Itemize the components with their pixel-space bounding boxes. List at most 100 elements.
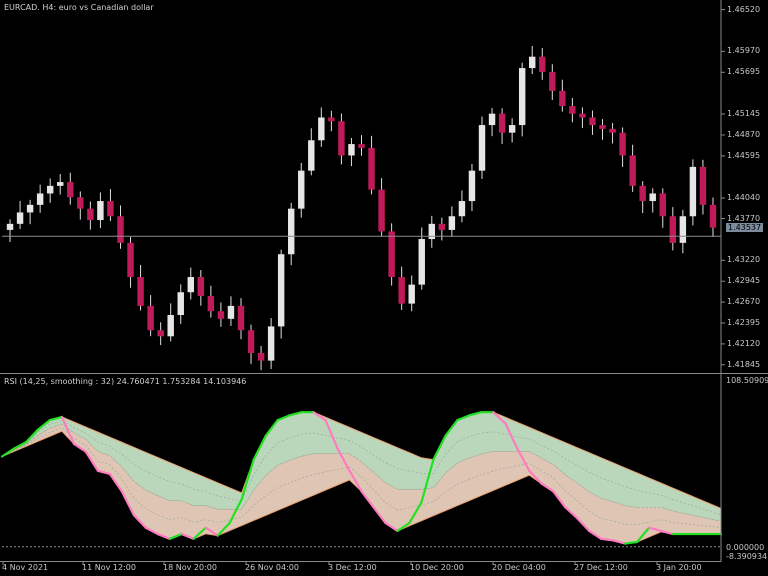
candle-body: [639, 185, 646, 202]
candle-body: [599, 125, 606, 129]
price-axis-label: 1.46520: [727, 4, 761, 14]
candle: [579, 107, 586, 128]
candle-body: [257, 353, 265, 361]
candle: [308, 128, 315, 176]
candle-body: [217, 311, 225, 319]
candle-body: [448, 216, 456, 230]
candle: [539, 47, 546, 80]
price-axis-label: 1.43220: [727, 255, 761, 265]
price-axis-label: 1.43770: [727, 213, 761, 223]
candle-body: [338, 121, 345, 156]
price-axis-label: 1.44040: [727, 193, 761, 203]
price-chart[interactable]: [2, 45, 721, 371]
candle: [699, 159, 707, 215]
candle-body: [539, 56, 546, 72]
candle-body: [187, 277, 194, 293]
symbol-label: EURCAD.: [4, 3, 40, 12]
candle: [247, 324, 255, 365]
candle: [488, 108, 496, 137]
candle-body: [518, 68, 526, 126]
candle: [619, 127, 626, 168]
candle: [569, 97, 576, 123]
candle-body: [579, 113, 586, 118]
candle-body: [408, 284, 415, 304]
time-axis-label: 4 Nov 2021: [2, 563, 49, 572]
candle-body: [388, 231, 395, 278]
candle: [709, 197, 717, 238]
price-axis-label: 1.45695: [727, 67, 761, 77]
candle-body: [709, 204, 717, 228]
candle: [468, 163, 476, 212]
chart-window[interactable]: EURCAD. H4: euro vs Canadian dollar RSI …: [0, 0, 768, 576]
candle-body: [298, 170, 305, 209]
price-axis-label: 1.42120: [727, 338, 761, 348]
price-axis-label: 1.44870: [727, 129, 761, 139]
candle-body: [398, 277, 405, 304]
candle-body: [699, 166, 707, 205]
candle-body: [36, 193, 44, 205]
candle: [117, 205, 124, 249]
candle-body: [609, 128, 616, 133]
candle-body: [659, 193, 666, 217]
candle-body: [247, 330, 255, 354]
candle: [358, 135, 365, 156]
price-axis-label: 1.42395: [727, 317, 761, 327]
candle: [589, 110, 596, 135]
candle: [609, 123, 616, 144]
candle: [378, 178, 385, 237]
candle-body: [107, 201, 114, 217]
candle: [6, 219, 14, 243]
candle: [549, 64, 556, 100]
candle: [518, 62, 526, 137]
candle: [529, 45, 536, 75]
candle-body: [6, 223, 14, 230]
current-price-tag: 1.43537: [726, 223, 764, 232]
candle: [157, 322, 164, 346]
candle: [147, 295, 154, 337]
time-axis-label: 18 Nov 20:00: [163, 563, 217, 572]
candle-body: [358, 144, 365, 148]
candle-body: [267, 326, 275, 361]
candle-body: [629, 155, 636, 186]
candle: [679, 209, 687, 254]
rsi-indicator[interactable]: [0, 411, 723, 548]
candle-body: [157, 330, 164, 337]
candle-body: [117, 216, 124, 243]
price-axis-label: 1.42945: [727, 276, 761, 286]
candle: [227, 296, 235, 326]
price-axis-label: 1.42670: [727, 297, 761, 307]
candle-body: [689, 166, 697, 217]
candle: [187, 267, 194, 300]
candle-body: [87, 208, 94, 221]
rsi-axis-zero-label: 0.000000: [726, 543, 765, 552]
candle: [36, 184, 44, 213]
candle: [508, 118, 516, 143]
candle-body: [328, 117, 335, 122]
candle-body: [57, 182, 64, 186]
candle-body: [549, 71, 556, 91]
candle: [428, 215, 436, 248]
chart-canvas[interactable]: [0, 0, 768, 576]
price-chart-header: EURCAD. H4: euro vs Canadian dollar: [4, 3, 154, 12]
candle: [599, 119, 606, 140]
time-axis-label: 11 Nov 12:00: [82, 563, 136, 572]
candle-body: [348, 144, 355, 156]
candle-body: [508, 125, 516, 133]
time-axis-label: 20 Dec 04:00: [492, 563, 546, 572]
candle: [398, 266, 405, 310]
candle: [448, 206, 456, 237]
candle: [478, 116, 486, 179]
candle-body: [177, 292, 184, 316]
candle-body: [77, 197, 84, 209]
candle: [237, 298, 245, 340]
price-axis-label: 1.44595: [727, 150, 761, 160]
candle-body: [287, 208, 295, 255]
price-axis-label: 1.45145: [727, 109, 761, 119]
time-axis-label: 3 Dec 12:00: [328, 563, 377, 572]
candle: [287, 202, 295, 266]
time-axis-label: 27 Dec 12:00: [574, 563, 628, 572]
candle-body: [529, 56, 536, 69]
candle: [46, 178, 54, 203]
candle-body: [368, 147, 375, 190]
timeframe-label: H4:: [42, 3, 57, 12]
